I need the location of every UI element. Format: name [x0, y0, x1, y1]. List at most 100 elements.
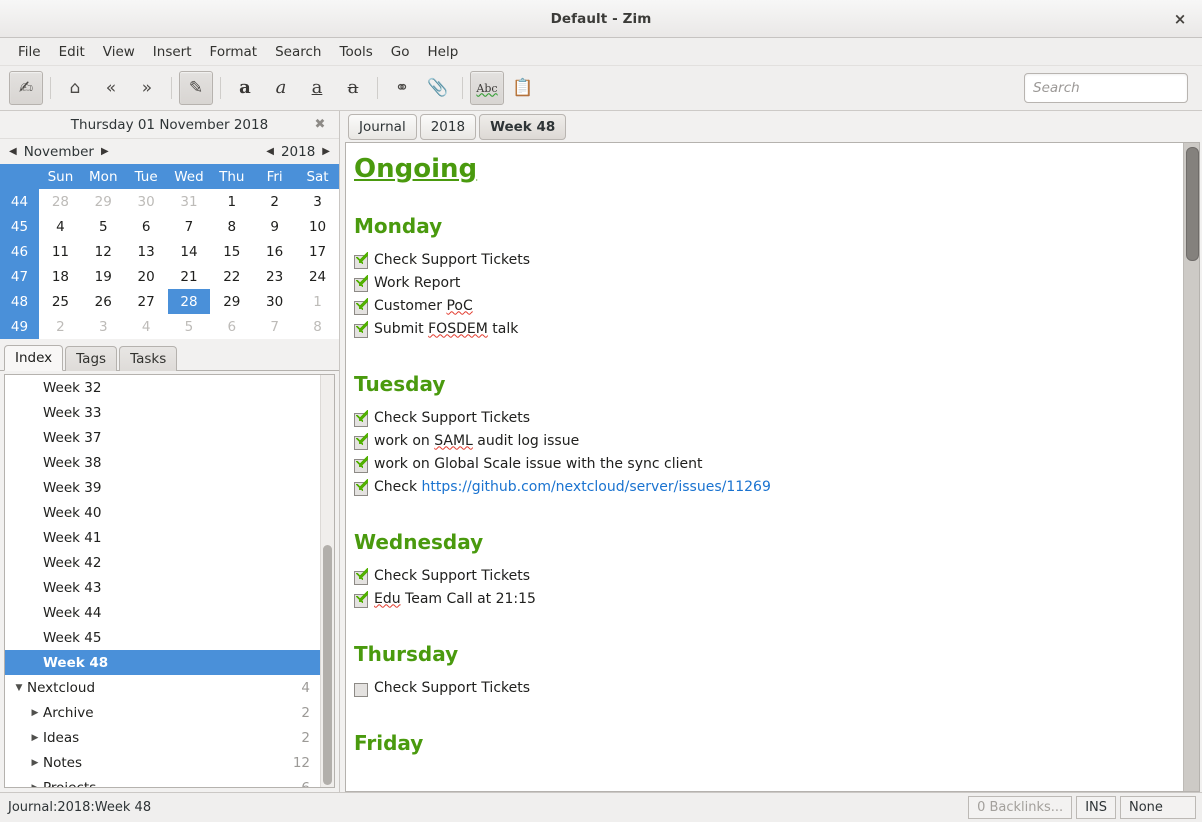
calendar-day[interactable]: 10 [296, 214, 339, 239]
calendar-day[interactable]: 9 [253, 214, 297, 239]
prev-year-arrow-icon[interactable]: ◀ [263, 146, 277, 157]
editor-scrollbar-thumb[interactable] [1186, 147, 1199, 261]
calendar-day[interactable]: 2 [39, 314, 82, 339]
calendar-day[interactable]: 30 [253, 289, 297, 314]
go-back-icon[interactable]: « [94, 71, 128, 105]
calendar-day[interactable]: 28 [39, 189, 82, 214]
spellcheck-icon[interactable]: Abc [470, 71, 504, 105]
menu-item-file[interactable]: File [9, 41, 50, 63]
calendar-day[interactable]: 16 [253, 239, 297, 264]
index-item[interactable]: ▶ Ideas 2 [5, 725, 320, 750]
calendar-day[interactable]: 19 [81, 264, 125, 289]
calendar-day[interactable]: 26 [81, 289, 125, 314]
calendar-day[interactable]: 6 [124, 214, 168, 239]
menu-item-go[interactable]: Go [382, 41, 419, 63]
status-template[interactable]: None [1120, 796, 1196, 819]
index-item[interactable]: Week 33 [5, 400, 320, 425]
calendar-day[interactable]: 17 [296, 239, 339, 264]
calendar-day[interactable]: 3 [81, 314, 125, 339]
calendar-day[interactable]: 18 [39, 264, 82, 289]
calendar-week-number[interactable]: 47 [0, 264, 39, 289]
index-item[interactable]: ▶Projects6 [5, 775, 320, 788]
checkbox-checked-icon[interactable] [354, 320, 368, 338]
calendar-day-selected[interactable]: 28 [167, 289, 211, 314]
italic-icon[interactable]: a [264, 71, 298, 105]
index-item[interactable]: Week 45 [5, 625, 320, 650]
calendar-day[interactable]: 7 [253, 314, 297, 339]
index-item[interactable]: Week 40 [5, 500, 320, 525]
breadcrumb-journal[interactable]: Journal [348, 113, 417, 140]
calendar-day[interactable]: 12 [81, 239, 125, 264]
chevron-right-icon[interactable]: ▶ [27, 733, 43, 743]
close-sidebar-icon[interactable]: ✖ [313, 117, 327, 132]
checkbox-checked-icon[interactable] [354, 567, 368, 585]
menu-item-format[interactable]: Format [201, 41, 267, 63]
chevron-down-icon[interactable]: ▼ [11, 683, 27, 693]
menu-item-edit[interactable]: Edit [50, 41, 94, 63]
calendar-day[interactable]: 23 [253, 264, 297, 289]
next-year-arrow-icon[interactable]: ▶ [319, 146, 333, 157]
insert-checkbox-icon[interactable]: 📋 [506, 71, 540, 105]
calendar-day[interactable]: 15 [210, 239, 254, 264]
checkbox-checked-icon[interactable] [354, 455, 368, 473]
checkbox-checked-icon[interactable] [354, 274, 368, 292]
go-forward-icon[interactable]: » [130, 71, 164, 105]
calendar-day[interactable]: 13 [124, 239, 168, 264]
index-item[interactable]: Week 32 [5, 375, 320, 400]
index-item[interactable]: ▼ Nextcloud 4 [5, 675, 320, 700]
index-scrollbar-thumb[interactable] [323, 545, 332, 785]
home-icon[interactable]: ⌂ [58, 71, 92, 105]
calendar-day[interactable]: 3 [296, 189, 339, 214]
index-item[interactable]: Week 38 [5, 450, 320, 475]
calendar-day[interactable]: 29 [81, 189, 125, 214]
calendar-day[interactable]: 30 [124, 189, 168, 214]
calendar-day[interactable]: 6 [210, 314, 254, 339]
calendar-day[interactable]: 4 [124, 314, 168, 339]
calendar-day[interactable]: 27 [124, 289, 168, 314]
underline-icon[interactable]: a [300, 71, 334, 105]
menu-item-help[interactable]: Help [419, 41, 468, 63]
calendar-day[interactable]: 20 [124, 264, 168, 289]
index-item[interactable]: ▶ Archive 2 [5, 700, 320, 725]
breadcrumb-week-48[interactable]: Week 48 [479, 113, 567, 140]
search-input[interactable] [1025, 80, 1202, 96]
menu-item-insert[interactable]: Insert [144, 41, 201, 63]
chevron-right-icon[interactable]: ▶ [27, 783, 43, 788]
index-item[interactable]: Week 39 [5, 475, 320, 500]
calendar-day[interactable]: 11 [39, 239, 82, 264]
calendar-day[interactable]: 7 [167, 214, 211, 239]
calendar-day[interactable]: 24 [296, 264, 339, 289]
calendar-week-number[interactable]: 45 [0, 214, 39, 239]
calendar-day[interactable]: 1 [296, 289, 339, 314]
calendar-week-number[interactable]: 48 [0, 289, 39, 314]
index-item[interactable]: Week 37 [5, 425, 320, 450]
page-editor[interactable]: Ongoing Monday Check Support Tickets Work R… [346, 143, 1183, 791]
checkbox-checked-icon[interactable] [354, 297, 368, 315]
checkbox-checked-icon[interactable] [354, 409, 368, 427]
calendar-day[interactable]: 8 [296, 314, 339, 339]
calendar-week-number[interactable]: 46 [0, 239, 39, 264]
insert-link-icon[interactable]: ⚭ [385, 71, 419, 105]
edit-page-icon[interactable]: ✎ [179, 71, 213, 105]
calendar-grid[interactable]: Sun Mon Tue Wed Thu Fri Sat 44 28 29 30 31 1 2 3 45 4 5 6… [0, 164, 339, 339]
calendar-day[interactable]: 31 [167, 189, 211, 214]
calendar-day[interactable]: 4 [39, 214, 82, 239]
strikethrough-icon[interactable]: a [336, 71, 370, 105]
checkbox-checked-icon[interactable] [354, 478, 368, 496]
index-scrollbar[interactable] [320, 375, 334, 787]
checkbox-checked-icon[interactable] [354, 251, 368, 269]
checkbox-checked-icon[interactable] [354, 432, 368, 450]
status-backlinks[interactable]: 0 Backlinks... [968, 796, 1073, 819]
calendar-day[interactable]: 8 [210, 214, 254, 239]
calendar-day[interactable]: 22 [210, 264, 254, 289]
breadcrumb-2018[interactable]: 2018 [419, 113, 477, 140]
status-insert-mode[interactable]: INS [1076, 796, 1116, 819]
index-item-selected[interactable]: Week 48 [5, 650, 320, 675]
index-item[interactable]: Week 44 [5, 600, 320, 625]
calendar-day[interactable]: 21 [167, 264, 211, 289]
calendar-day[interactable]: 14 [167, 239, 211, 264]
tab-tasks[interactable]: Tasks [119, 346, 178, 371]
next-month-arrow-icon[interactable]: ▶ [98, 146, 112, 157]
calendar-day[interactable]: 29 [210, 289, 254, 314]
calendar-day[interactable]: 5 [81, 214, 125, 239]
